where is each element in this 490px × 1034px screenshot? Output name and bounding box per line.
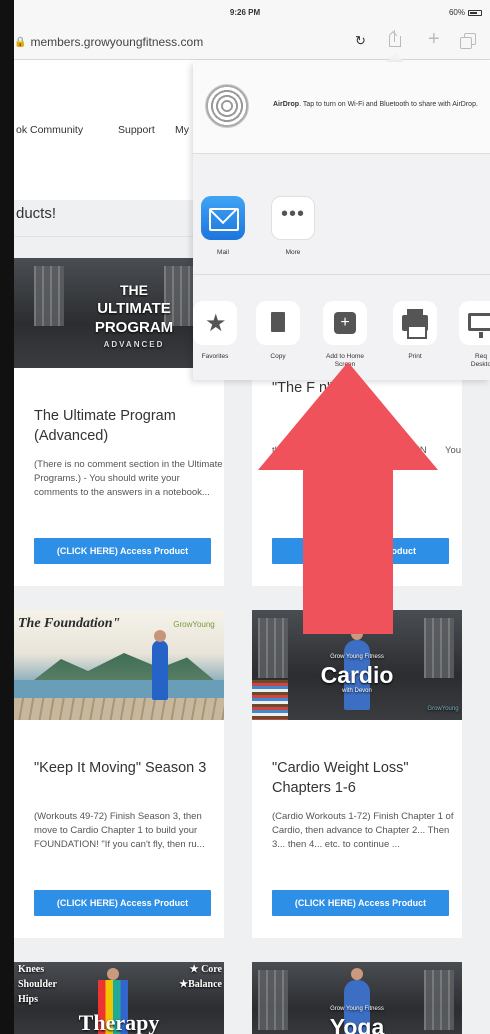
thumb-text: Shoulder — [18, 979, 57, 990]
access-product-button[interactable]: (CLICK HERE) Access Product — [34, 538, 211, 564]
status-bar: 9:26 PM 60% — [0, 0, 490, 24]
url-text: members.growyoungfitness.com — [30, 35, 204, 49]
thumb-text: Cardio — [320, 662, 394, 688]
product-thumbnail[interactable]: Grow Young Fitness Yoga — [252, 962, 462, 1034]
more-icon[interactable]: ••• — [271, 196, 315, 240]
share-app-more[interactable]: ••• More — [263, 196, 323, 256]
share-action-request-desktop[interactable]: Req Deskto — [449, 301, 490, 369]
thumb-logo-text: GrowYoung — [427, 706, 459, 712]
airdrop-icon[interactable] — [205, 84, 249, 128]
product-title[interactable]: The Ultimate Program (Advanced) — [34, 406, 219, 446]
copy-icon[interactable] — [256, 301, 300, 345]
airdrop-text: AirDrop. Tap to turn on Wi-Fi and Blueto… — [273, 100, 483, 109]
airdrop-row[interactable]: AirDrop. Tap to turn on Wi-Fi and Blueto… — [193, 62, 490, 154]
airdrop-title: AirDrop — [273, 101, 300, 108]
thumb-text: Yoga — [329, 1014, 385, 1034]
nav-item-support[interactable]: Support — [118, 124, 155, 136]
thumb-text: ★Balance — [179, 979, 222, 990]
airdrop-description: . Tap to turn on Wi-Fi and Bluetooth to … — [299, 101, 478, 108]
runner-figure — [152, 640, 168, 700]
reload-icon[interactable]: ↻ — [355, 33, 366, 49]
thumb-text: Therapy — [78, 1010, 160, 1034]
share-action-label: Copy — [270, 353, 286, 360]
url-field[interactable]: 🔒 members.growyoungfitness.com — [14, 30, 384, 54]
thumb-text: Grow Young Fitness — [330, 654, 384, 660]
share-action-label: Favorites — [201, 353, 229, 360]
battery-indicator: 60% — [449, 8, 482, 17]
product-thumbnail[interactable]: The Foundation" GrowYoung — [14, 610, 224, 720]
product-card-keep-it-moving: The Foundation" GrowYoung "Keep It Movin… — [14, 610, 224, 938]
share-action-copy[interactable]: Copy — [246, 301, 310, 361]
product-thumbnail[interactable]: Knees Shoulder Hips ★ Core ★Balance Ther… — [14, 962, 224, 1034]
thumb-text: Knees — [18, 964, 45, 975]
share-action-label: Print — [408, 353, 422, 360]
product-card-cardio: Grow Young Fitness Cardio with Devon Gro… — [252, 610, 462, 938]
print-icon[interactable] — [393, 301, 437, 345]
battery-percent: 60% — [448, 8, 465, 17]
star-icon[interactable]: ★ — [193, 301, 237, 345]
new-tab-icon[interactable]: + — [428, 28, 440, 51]
share-action-label: Req Deskto — [470, 353, 490, 368]
red-arrow-annotation — [258, 362, 438, 634]
mail-icon[interactable] — [201, 196, 245, 240]
share-action-print[interactable]: Print — [383, 301, 447, 361]
product-description: (There is no comment section in the Ulti… — [34, 459, 223, 498]
share-icon[interactable] — [388, 30, 402, 48]
share-apps-row: Mail ••• More — [193, 154, 490, 274]
safari-screen: 9:26 PM 60% 🔒 members.growyoungfitness.c… — [0, 0, 490, 1034]
nav-item-my[interactable]: My — [175, 124, 189, 136]
thumb-text: Grow Young Fitness — [330, 1006, 384, 1012]
thumb-text: ★ Core — [189, 964, 222, 975]
address-bar: 🔒 members.growyoungfitness.com ↻ + — [0, 24, 490, 60]
share-action-add-to-home-screen[interactable]: + Add to Home Screen — [313, 301, 377, 369]
thumb-text: Hips — [18, 994, 39, 1005]
share-app-label: Mail — [217, 249, 229, 256]
product-title[interactable]: "Keep It Moving" Season 3 — [34, 758, 219, 778]
product-description: (Workouts 49-72) Finish Season 3, then m… — [34, 811, 205, 850]
red-arrow-shape — [258, 362, 438, 634]
product-title[interactable]: "Cardio Weight Loss" Chapters 1-6 — [272, 758, 457, 798]
thumb-logo-text: GrowYoung — [173, 620, 215, 629]
add-to-home-screen-icon[interactable]: + — [323, 301, 367, 345]
product-card-therapy: Knees Shoulder Hips ★ Core ★Balance Ther… — [14, 962, 224, 1034]
nav-item-community[interactable]: ok Community — [16, 124, 83, 136]
thumb-text: with Devon — [342, 688, 372, 694]
share-app-mail[interactable]: Mail — [193, 196, 253, 256]
device-bezel — [0, 0, 14, 1034]
thumb-text: THE — [120, 282, 148, 298]
section-heading: ducts! — [16, 205, 57, 222]
product-card-yoga: Grow Young Fitness Yoga — [252, 962, 462, 1034]
battery-icon — [468, 9, 482, 16]
request-desktop-icon[interactable] — [459, 301, 490, 345]
thumb-text: ADVANCED — [103, 340, 165, 349]
tabs-icon[interactable] — [460, 33, 476, 49]
share-action-favorites[interactable]: ★ Favorites — [183, 301, 247, 361]
share-app-label: More — [285, 249, 301, 256]
access-product-button[interactable]: (CLICK HERE) Access Product — [34, 890, 211, 916]
lock-icon: 🔒 — [14, 36, 27, 48]
thumb-text: The Foundation" — [18, 616, 121, 631]
access-product-button[interactable]: (CLICK HERE) Access Product — [272, 890, 449, 916]
share-sheet: AirDrop. Tap to turn on Wi-Fi and Blueto… — [193, 62, 490, 380]
status-time: 9:26 PM — [229, 8, 261, 17]
product-description: (Cardio Workouts 1-72) Finish Chapter 1 … — [272, 811, 454, 850]
